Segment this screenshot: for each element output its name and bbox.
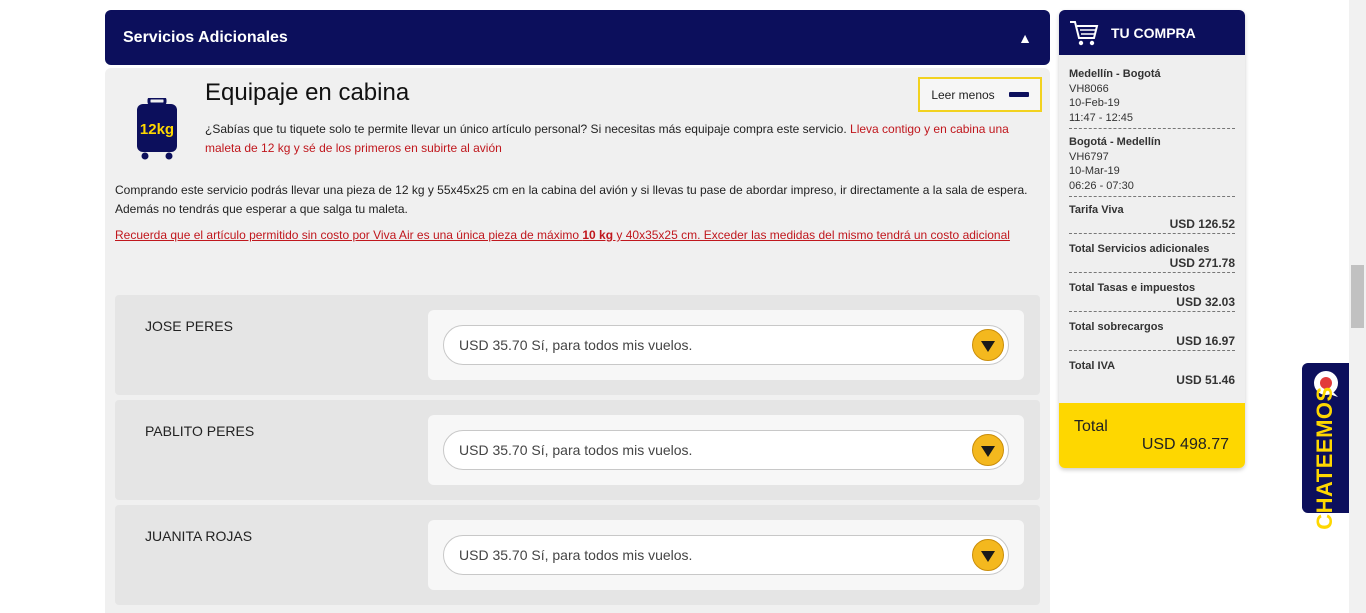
intro-text: ¿Sabías que tu tiquete solo te permite l… (205, 120, 1015, 158)
intro-text-main: ¿Sabías que tu tiquete solo te permite l… (205, 122, 851, 136)
baggage-select[interactable]: USD 35.70 Sí, para todos mis vuelos. (443, 430, 1009, 470)
flight-summary: Medellín - Bogotá VH8066 10-Feb-19 11:47… (1069, 67, 1235, 129)
purchase-summary-header: TU COMPRA (1059, 10, 1245, 55)
section-header[interactable]: Servicios Adicionales ▲ (105, 10, 1050, 65)
price-line-amount: USD 32.03 (1176, 295, 1235, 309)
baggage-select-value: USD 35.70 Sí, para todos mis vuelos. (459, 547, 693, 563)
baggage-title: Equipaje en cabina (205, 79, 410, 106)
passenger-row: PABLITO PERES USD 35.70 Sí, para todos m… (115, 400, 1040, 500)
passenger-option-wrap: USD 35.70 Sí, para todos mis vuelos. (428, 415, 1024, 485)
suitcase-icon: 12kg (137, 98, 177, 160)
baggage-select-value: USD 35.70 Sí, para todos mis vuelos. (459, 442, 693, 458)
price-line: Total Servicios adicionales USD 271.78 (1069, 242, 1235, 273)
passenger-row: JOSE PERES USD 35.70 Sí, para todos mis … (115, 295, 1040, 395)
price-line-amount: USD 51.46 (1176, 373, 1235, 387)
chat-widget[interactable]: CHATEEMOS (1302, 363, 1349, 530)
price-line-label: Total Tasas e impuestos (1069, 282, 1196, 294)
bag-weight-label: 12kg (140, 121, 174, 138)
price-line: Total Tasas e impuestos USD 32.03 (1069, 281, 1235, 312)
price-line-amount: USD 271.78 (1169, 256, 1235, 270)
shopping-cart-icon (1070, 20, 1099, 45)
baggage-panel: 12kg Equipaje en cabina Leer menos ¿Sabí… (105, 68, 1050, 613)
baggage-select[interactable]: USD 35.70 Sí, para todos mis vuelos. (443, 535, 1009, 575)
passenger-name: PABLITO PERES (145, 423, 255, 439)
price-line-label: Total sobrecargos (1069, 321, 1164, 333)
total-label: Total (1074, 418, 1108, 435)
collapse-icon[interactable]: ▲ (1018, 30, 1032, 46)
page-scrollbar[interactable] (1349, 0, 1366, 613)
chat-label: CHATEEMOS (1312, 386, 1337, 530)
purchase-summary-title: TU COMPRA (1111, 24, 1196, 41)
page: Servicios Adicionales ▲ 12kg Equipaje en… (0, 0, 1366, 613)
passenger-row: JUANITA ROJAS USD 35.70 Sí, para todos m… (115, 505, 1040, 605)
passenger-option-wrap: USD 35.70 Sí, para todos mis vuelos. (428, 520, 1024, 590)
dropdown-arrow-icon[interactable] (972, 329, 1004, 361)
total-amount: USD 498.77 (1141, 436, 1229, 453)
price-line: Tarifa Viva USD 126.52 (1069, 203, 1235, 234)
flight-route: Medellín - Bogotá (1069, 68, 1161, 80)
flight-time: 06:26 - 07:30 (1069, 179, 1134, 192)
purchase-summary: TU COMPRA Medellín - Bogotá VH8066 10-Fe… (1059, 10, 1245, 468)
total-box: Total USD 498.77 (1059, 403, 1245, 468)
passenger-name: JUANITA ROJAS (145, 528, 253, 544)
price-line-amount: USD 16.97 (1176, 334, 1235, 348)
notice-text-2: y 40x35x25 cm. Exceder las medidas del m… (613, 228, 1010, 242)
read-less-label: Leer menos (931, 87, 995, 102)
baggage-select[interactable]: USD 35.70 Sí, para todos mis vuelos. (443, 325, 1009, 365)
price-line-label: Total Servicios adicionales (1069, 243, 1210, 255)
notice-text-1: Recuerda que el artículo permitido sin c… (115, 228, 583, 242)
flight-date: 10-Feb-19 (1069, 97, 1120, 109)
minus-icon (1008, 92, 1029, 97)
flight-route: Bogotá - Medellín (1069, 136, 1161, 148)
section-title: Servicios Adicionales (123, 28, 288, 46)
dropdown-arrow-icon[interactable] (972, 434, 1004, 466)
purchase-summary-body: Medellín - Bogotá VH8066 10-Feb-19 11:47… (1059, 55, 1245, 389)
scrollbar-thumb[interactable] (1351, 265, 1364, 328)
passenger-name: JOSE PERES (145, 318, 233, 334)
dropdown-arrow-icon[interactable] (972, 539, 1004, 571)
baggage-select-value: USD 35.70 Sí, para todos mis vuelos. (459, 337, 693, 353)
service-description: Comprando este servicio podrás llevar un… (115, 183, 1028, 216)
price-line-label: Tarifa Viva (1069, 204, 1124, 216)
price-line-amount: USD 126.52 (1169, 217, 1235, 231)
flight-code: VH8066 (1069, 82, 1109, 95)
free-item-notice[interactable]: Recuerda que el artículo permitido sin c… (115, 228, 1045, 242)
price-line: Total IVA USD 51.46 (1069, 359, 1235, 389)
flight-time: 11:47 - 12:45 (1069, 111, 1134, 124)
flight-date: 10-Mar-19 (1069, 165, 1120, 177)
price-line-label: Total IVA (1069, 360, 1116, 372)
flight-summary: Bogotá - Medellín VH6797 10-Mar-19 06:26… (1069, 135, 1235, 197)
passenger-option-wrap: USD 35.70 Sí, para todos mis vuelos. (428, 310, 1024, 380)
notice-bold: 10 kg (582, 228, 614, 242)
read-less-button[interactable]: Leer menos (918, 77, 1042, 112)
flight-code: VH6797 (1069, 150, 1109, 163)
price-line: Total sobrecargos USD 16.97 (1069, 320, 1235, 351)
